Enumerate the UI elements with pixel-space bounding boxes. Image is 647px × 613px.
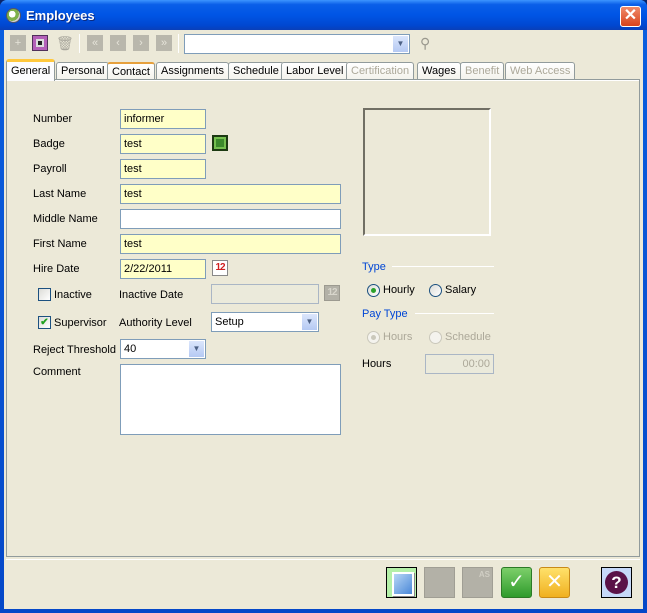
reject-threshold-value: 40 (124, 343, 137, 355)
close-button[interactable]: ✕ (620, 6, 641, 27)
window-client: + 🗑 « ‹ › » ▼ ⚲ General Personal Contact… (4, 30, 643, 609)
toolbar-separator (178, 34, 179, 53)
cancel-button[interactable]: ✕ (539, 567, 570, 598)
hours-field: 00:00 (425, 354, 494, 374)
supervisor-checkbox[interactable]: ✔ (38, 316, 51, 329)
authority-level-select[interactable]: Setup ▼ (211, 312, 319, 332)
salary-radio[interactable] (429, 284, 442, 297)
add-button[interactable]: + (10, 35, 26, 51)
schedule-radio-label: Schedule (445, 331, 491, 343)
inactive-date-field (211, 284, 319, 304)
tab-wages[interactable]: Wages (417, 62, 461, 80)
tab-personal[interactable]: Personal (56, 62, 110, 80)
badge-field[interactable]: test (120, 134, 206, 154)
last-record-button[interactable]: » (156, 35, 172, 51)
employee-photo[interactable] (363, 108, 491, 236)
save-as-button: AS (462, 567, 493, 598)
hire-date-field[interactable]: 2/22/2011 (120, 259, 206, 279)
calendar-icon[interactable]: 12 (212, 260, 228, 276)
authority-level-value: Setup (215, 316, 244, 328)
tab-contact[interactable]: Contact (107, 62, 155, 80)
first-name-label: First Name (33, 238, 87, 250)
last-name-label: Last Name (33, 188, 87, 200)
window-title: Employees (26, 8, 95, 23)
inactive-date-label: Inactive Date (119, 289, 184, 301)
comment-label: Comment (33, 366, 81, 378)
badge-lookup-icon[interactable] (212, 135, 228, 151)
pay-type-group-title: Pay Type (362, 308, 408, 320)
last-record-icon: » (160, 37, 168, 49)
first-record-icon: « (91, 37, 99, 49)
tab-schedule[interactable]: Schedule (228, 62, 284, 80)
supervisor-label: Supervisor (54, 317, 107, 329)
ok-button[interactable]: ✓ (501, 567, 532, 598)
next-record-button[interactable]: › (133, 35, 149, 51)
general-tab-panel: Number informer Badge test Payroll test … (6, 79, 640, 557)
tab-general[interactable]: General (6, 59, 56, 81)
inactive-label: Inactive (54, 289, 92, 301)
number-field[interactable]: informer (120, 109, 206, 129)
binoculars-icon[interactable]: ⚲ (420, 35, 430, 52)
record-search-combo[interactable]: ▼ (184, 34, 410, 54)
previous-record-button[interactable]: ‹ (110, 35, 126, 51)
first-name-field[interactable]: test (120, 234, 341, 254)
hours-radio (367, 331, 380, 344)
cancel-x-icon: ✕ (546, 571, 563, 593)
report-button (424, 567, 455, 598)
type-group-divider (392, 266, 494, 267)
employees-window: Employees ✕ + 🗑 « ‹ › » ▼ ⚲ General Pers… (0, 0, 647, 613)
tab-labor-level[interactable]: Labor Level (281, 62, 349, 80)
plus-icon: + (14, 37, 22, 49)
number-label: Number (33, 113, 73, 125)
help-button[interactable] (601, 567, 632, 598)
payroll-field[interactable]: test (120, 159, 206, 179)
reject-threshold-label: Reject Threshold (33, 344, 116, 356)
photo-button[interactable] (386, 567, 417, 598)
hourly-label: Hourly (383, 284, 415, 296)
next-record-icon: › (139, 37, 143, 49)
clock-icon (6, 8, 21, 23)
save-button[interactable] (32, 35, 48, 51)
reject-threshold-select[interactable]: 40 ▼ (120, 339, 206, 359)
first-record-button[interactable]: « (87, 35, 103, 51)
schedule-radio (429, 331, 442, 344)
payroll-label: Payroll (33, 163, 67, 175)
trash-icon: 🗑 (56, 35, 74, 51)
badge-label: Badge (33, 138, 65, 150)
save-as-icon: AS (478, 570, 490, 579)
checkmark-icon: ✔ (40, 317, 49, 328)
title-bar: Employees ✕ (0, 0, 647, 30)
salary-label: Salary (445, 284, 477, 296)
middle-name-field[interactable] (120, 209, 341, 229)
comment-textarea[interactable] (120, 364, 341, 435)
close-icon: ✕ (623, 7, 638, 24)
hours-radio-label: Hours (383, 331, 413, 343)
tab-web-access: Web Access (505, 62, 576, 80)
toolbar-separator (79, 34, 80, 53)
authority-level-label: Authority Level (119, 317, 192, 329)
middle-name-label: Middle Name (33, 213, 98, 225)
tab-certification: Certification (346, 62, 415, 80)
checkmark-icon: ✓ (508, 571, 525, 593)
inactive-checkbox[interactable] (38, 288, 51, 301)
previous-record-icon: ‹ (116, 37, 120, 49)
chevron-down-icon[interactable]: ▼ (302, 314, 317, 330)
chevron-down-icon[interactable]: ▼ (189, 341, 204, 357)
hours-label: Hours (362, 358, 392, 370)
tab-assignments[interactable]: Assignments (156, 62, 229, 80)
chevron-down-icon[interactable]: ▼ (393, 36, 408, 52)
delete-button[interactable]: 🗑 (56, 35, 74, 51)
pay-type-group-divider (415, 313, 494, 314)
type-group-title: Type (362, 261, 386, 273)
hire-date-label: Hire Date (33, 263, 80, 275)
tab-benefit: Benefit (460, 62, 505, 80)
inactive-calendar-icon: 12 (324, 285, 340, 301)
last-name-field[interactable]: test (120, 184, 341, 204)
hourly-radio[interactable] (367, 284, 380, 297)
